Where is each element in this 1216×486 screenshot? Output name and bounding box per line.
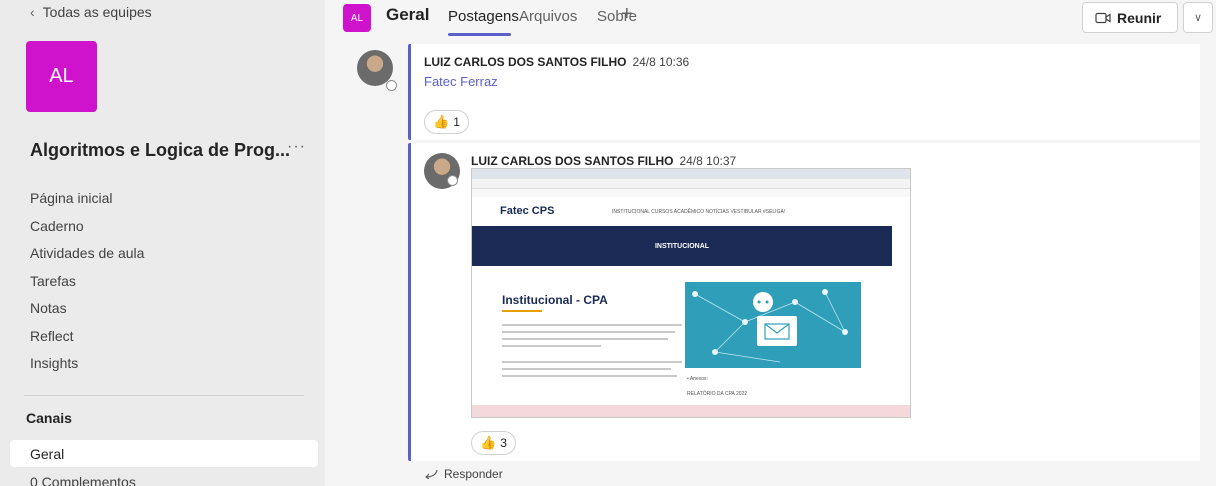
like-reaction[interactable]: 👍 1 (424, 110, 469, 134)
video-camera-icon (1095, 12, 1111, 23)
reaction-count: 3 (500, 436, 507, 450)
report-link: RELATÓRIO DA CPA 2022 (687, 391, 748, 397)
nav-item-notebook[interactable]: Caderno (30, 213, 144, 241)
banner-text: INSTITUCIONAL (654, 242, 710, 250)
chevron-down-icon: ∨ (1193, 12, 1203, 24)
site-heading: Institucional - CPA (502, 293, 608, 307)
thumbs-up-icon: 👍 (433, 114, 450, 129)
heading-underline (502, 310, 542, 312)
nav-item-assignments[interactable]: Tarefas (30, 268, 144, 296)
channel-initials: AL (350, 12, 364, 24)
fatec-logo: Fatec CPS (500, 205, 555, 217)
channel-avatar: AL (343, 4, 371, 32)
reaction-count: 1 (453, 115, 460, 129)
team-initials: AL (49, 65, 74, 87)
site-paragraph (502, 324, 682, 382)
meet-button[interactable]: Reunir (1082, 2, 1178, 33)
author-name: LUIZ CARLOS DOS SANTOS FILHO (471, 154, 674, 168)
nav-item-reflect[interactable]: Reflect (30, 323, 144, 351)
windows-taskbar (472, 405, 910, 417)
channel-title: Geral (386, 5, 430, 24)
more-options-icon[interactable]: ··· (287, 138, 306, 156)
reply-button[interactable]: Responder (424, 467, 503, 481)
browser-address-bar (472, 179, 910, 189)
add-tab-icon[interactable]: + (621, 3, 633, 26)
nav-item-class-activities[interactable]: Atividades de aula (30, 240, 144, 268)
post-image[interactable]: Fatec CPS INSTITUCIONAL CURSOS ACADÊMICO… (471, 168, 911, 418)
team-name: Algoritmos e Logica de Prog... (30, 140, 291, 160)
post-author: LUIZ CARLOS DOS SANTOS FILHO 24/8 10:37 (471, 154, 736, 168)
presence-status-icon (386, 80, 397, 91)
channel-header: AL Geral Postagens Arquivos Sobre + Reun… (325, 0, 1216, 36)
nav-item-grades[interactable]: Notas (30, 295, 144, 323)
active-tab-indicator (448, 33, 511, 36)
like-reaction[interactable]: 👍 3 (471, 431, 516, 455)
channels-heading: Canais (26, 410, 72, 426)
chevron-left-icon: ‹ (30, 4, 35, 20)
nav-item-home[interactable]: Página inicial (30, 185, 144, 213)
presence-status-icon (447, 175, 458, 186)
post-text: Fatec Ferraz (424, 74, 498, 89)
browser-bookmarks-bar (472, 189, 910, 197)
post-timestamp: 24/8 10:36 (632, 55, 690, 69)
post-timestamp: 24/8 10:37 (679, 154, 737, 168)
back-label: Todas as equipes (42, 4, 152, 20)
network-illustration (685, 282, 861, 368)
back-to-teams-link[interactable]: ‹ Todas as equipes (30, 4, 152, 20)
channel-item-geral[interactable]: Geral (10, 440, 318, 467)
post-author: LUIZ CARLOS DOS SANTOS FILHO 24/8 10:36 (424, 55, 689, 69)
tab-files[interactable]: Arquivos (519, 8, 577, 25)
team-nav: Página inicial Caderno Atividades de aul… (30, 185, 144, 378)
site-banner: INSTITUCIONAL (472, 226, 892, 266)
site-nav: INSTITUCIONAL CURSOS ACADÊMICO NOTÍCIAS … (612, 209, 786, 215)
channel-item-complementos[interactable]: 0 Complementos (30, 474, 136, 486)
reply-arrow-icon (425, 469, 438, 479)
nav-item-insights[interactable]: Insights (30, 350, 144, 378)
sidebar-divider (24, 395, 304, 396)
browser-tabbar (472, 169, 910, 179)
sidebar: ‹ Todas as equipes AL Algoritmos e Logic… (0, 0, 325, 486)
tab-posts[interactable]: Postagens (448, 8, 519, 25)
thumbs-up-icon: 👍 (480, 435, 497, 450)
meet-dropdown-button[interactable]: ∨ (1183, 2, 1213, 33)
annex-label: • Anexos: (687, 376, 708, 382)
reply-label: Responder (444, 467, 503, 481)
channel-label: Geral (30, 446, 65, 462)
meet-label: Reunir (1117, 9, 1162, 26)
author-name: LUIZ CARLOS DOS SANTOS FILHO (424, 55, 627, 69)
team-avatar: AL (26, 41, 97, 112)
